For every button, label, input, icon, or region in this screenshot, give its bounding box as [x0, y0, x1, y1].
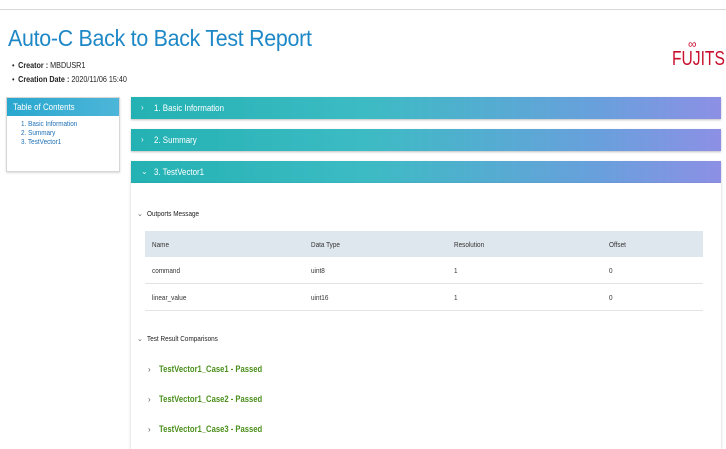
top-divider [0, 9, 726, 10]
test-case-label: TestVector1_Case2 - Passed [158, 394, 262, 404]
column-header-resolution: Resolution [454, 240, 485, 249]
creation-date-label: Creation Date : [18, 75, 70, 84]
section-label: 1. Basic Information [154, 103, 225, 113]
creator-label: Creator : [18, 61, 49, 70]
chevron-right-icon: › [148, 395, 151, 404]
table-row: linear_value uint16 1 0 [145, 284, 703, 311]
bullet-icon: • [12, 75, 15, 84]
cell-offset: 0 [609, 293, 613, 302]
creation-date-line: • Creation Date : 2020/11/06 15:40 [12, 75, 127, 84]
test-case-1-toggle[interactable]: › TestVector1_Case1 - Passed [148, 364, 280, 374]
cell-data-type: uint8 [311, 266, 325, 275]
cell-name: linear_value [152, 293, 187, 302]
table-header: Name Data Type Resolution Offset [145, 231, 703, 257]
chevron-down-icon: ⌄ [137, 336, 143, 343]
cell-resolution: 1 [454, 266, 458, 275]
chevron-right-icon: › [141, 103, 144, 112]
toc-heading: Table of Contents [7, 98, 119, 116]
fujitsu-logo: ∞ FUJITSU [672, 38, 726, 70]
cell-offset: 0 [609, 266, 613, 275]
chevron-down-icon: ⌄ [141, 167, 148, 176]
cell-data-type: uint16 [311, 293, 329, 302]
creation-date-value: 2020/11/06 15:40 [71, 75, 127, 84]
creator-value: MBDUSR1 [50, 61, 86, 70]
testvector1-panel: ⌄ Outports Message Name Data Type Resolut… [131, 183, 721, 449]
section-header-basic-information[interactable]: › 1. Basic Information [131, 97, 721, 119]
bullet-icon: • [12, 61, 15, 70]
cell-resolution: 1 [454, 293, 458, 302]
table-row: command uint8 1 0 [145, 257, 703, 284]
test-case-2-toggle[interactable]: › TestVector1_Case2 - Passed [148, 394, 280, 404]
section-label: 3. TestVector1 [154, 167, 205, 177]
chevron-right-icon: › [141, 135, 144, 144]
column-header-data-type: Data Type [311, 240, 340, 249]
toc-link-testvector1[interactable]: 3. TestVector1 [7, 137, 119, 146]
column-header-offset: Offset [609, 240, 626, 249]
section-header-testvector1[interactable]: ⌄ 3. TestVector1 [131, 161, 721, 183]
cell-name: command [152, 266, 180, 275]
test-result-comparisons-heading: Test Result Comparisons [146, 334, 218, 343]
toc-link-summary[interactable]: 2. Summary [7, 128, 119, 137]
section-label: 2. Summary [154, 135, 197, 145]
test-result-comparisons-toggle[interactable]: ⌄ Test Result Comparisons [137, 334, 230, 343]
test-case-label: TestVector1_Case3 - Passed [158, 424, 262, 434]
column-header-name: Name [152, 240, 170, 249]
page-title: Auto-C Back to Back Test Report [8, 25, 312, 51]
test-case-label: TestVector1_Case1 - Passed [158, 364, 262, 374]
section-header-summary[interactable]: › 2. Summary [131, 129, 721, 151]
outports-message-heading: Outports Message [146, 209, 199, 218]
chevron-right-icon: › [148, 425, 151, 434]
chevron-down-icon: ⌄ [137, 211, 143, 218]
chevron-right-icon: › [148, 365, 151, 374]
test-case-3-toggle[interactable]: › TestVector1_Case3 - Passed [148, 424, 280, 434]
outports-message-toggle[interactable]: ⌄ Outports Message [137, 209, 208, 218]
logo-text: FUJITSU [672, 48, 726, 70]
outports-table: Name Data Type Resolution Offset command… [145, 231, 703, 311]
table-of-contents: Table of Contents 1. Basic Information 2… [6, 97, 120, 172]
toc-link-basic-information[interactable]: 1. Basic Information [7, 119, 119, 128]
creator-line: • Creator : MBDUSR1 [12, 61, 85, 70]
